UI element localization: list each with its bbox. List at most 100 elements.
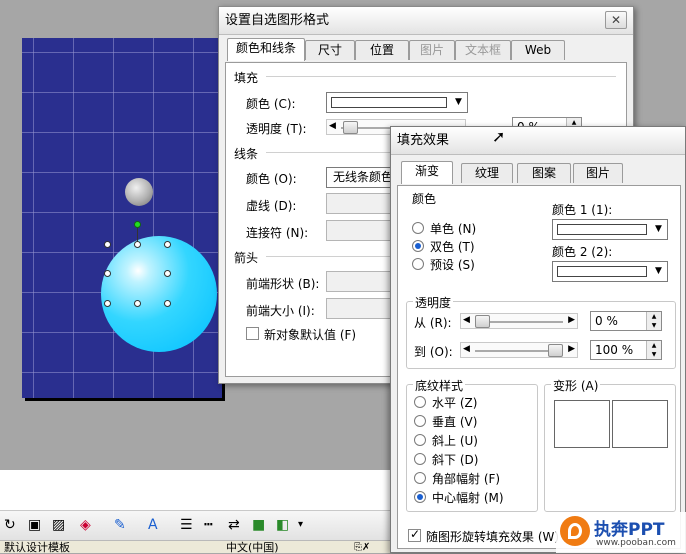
color2-label: 颜色 2 (2): xyxy=(552,245,613,259)
color2-dropdown[interactable]: ▼ xyxy=(552,261,668,282)
watermark-logo-icon xyxy=(560,516,590,546)
line-color-label: 颜色 (O): xyxy=(246,172,297,186)
tab-fill-picture[interactable]: 图片 xyxy=(573,163,623,183)
rotation-handle[interactable] xyxy=(134,221,141,228)
picture-icon[interactable]: ▨ xyxy=(52,517,65,533)
chevron-down-icon: ▼ xyxy=(455,97,462,107)
line-color-value: 无线条颜色 xyxy=(333,170,394,184)
resize-handle-top-right[interactable] xyxy=(164,241,171,248)
radio-diagonal-down[interactable] xyxy=(414,453,426,465)
from-transparency-spin[interactable]: 0 % ▲ ▼ xyxy=(590,311,662,331)
to-transparency-spin[interactable]: 100 % ▲ ▼ xyxy=(590,340,662,360)
resize-handle-right[interactable] xyxy=(164,270,171,277)
fill-color-icon[interactable]: ◈ xyxy=(80,517,91,533)
variant-preview-1[interactable] xyxy=(554,400,610,448)
color1-label: 颜色 1 (1): xyxy=(552,203,613,217)
dash-style-icon[interactable]: ┅ xyxy=(204,517,212,533)
fill-color-dropdown[interactable]: ▼ xyxy=(326,92,468,113)
radio-preset[interactable] xyxy=(412,258,424,270)
resize-handle-bottom-right[interactable] xyxy=(164,300,171,307)
fill-effects-dialog: 填充效果 渐变 纹理 图案 图片 颜色 单色 (N) 双色 (T) 预设 (S)… xyxy=(390,126,686,553)
fill-effects-tabs: 渐变 纹理 图案 图片 xyxy=(401,161,681,185)
line-color-icon[interactable]: ✎ xyxy=(114,517,126,533)
vertical-label[interactable]: 垂直 (V) xyxy=(432,413,477,430)
radio-two-colors[interactable] xyxy=(412,240,424,252)
slide-canvas[interactable] xyxy=(22,38,222,398)
connector-label: 连接符 (N): xyxy=(246,226,309,240)
chevron-down-icon: ▼ xyxy=(655,266,662,276)
begin-style-label: 前端形状 (B): xyxy=(246,277,320,291)
variants-title: 变形 (A) xyxy=(551,377,601,394)
tab-colors-lines[interactable]: 颜色和线条 xyxy=(227,38,305,61)
rotate-icon[interactable]: ↻ xyxy=(4,517,16,533)
tab-web[interactable]: Web xyxy=(511,40,565,60)
clipart-icon[interactable]: ▣ xyxy=(28,517,41,533)
tab-textbox: 文本框 xyxy=(455,40,511,60)
shading-styles-title: 底纹样式 xyxy=(413,377,466,394)
from-corner-label[interactable]: 角部幅射 (F) xyxy=(432,470,500,487)
default-for-new-objects-checkbox[interactable] xyxy=(246,327,259,340)
rotation-handle-stem xyxy=(137,226,138,242)
shadow-icon[interactable]: ■ xyxy=(252,517,265,533)
format-shape-dialog-title[interactable]: 设置自选图形格式 xyxy=(219,7,633,35)
small-sphere-shape[interactable] xyxy=(125,178,153,206)
font-color-icon[interactable]: A xyxy=(148,517,158,533)
close-button[interactable]: ✕ xyxy=(605,11,627,29)
spellcheck-icon[interactable]: ⎘✗ xyxy=(354,541,370,554)
radio-vertical[interactable] xyxy=(414,415,426,427)
mouse-cursor-icon: ➚ xyxy=(492,127,506,146)
radio-from-corner[interactable] xyxy=(414,472,426,484)
chevron-left-icon: ◀ xyxy=(463,344,470,354)
tab-texture[interactable]: 纹理 xyxy=(461,163,513,183)
from-transparency-value: 0 % xyxy=(595,314,618,328)
resize-handle-left[interactable] xyxy=(104,270,111,277)
rotate-with-shape-label[interactable]: 随图形旋转填充效果 (W) xyxy=(426,528,559,545)
variant-preview-2[interactable] xyxy=(612,400,668,448)
color1-swatch xyxy=(557,224,647,235)
3d-style-icon[interactable]: ◧ xyxy=(276,517,289,533)
diagonal-up-label[interactable]: 斜上 (U) xyxy=(432,432,478,449)
preset-label[interactable]: 预设 (S) xyxy=(430,256,475,273)
horizontal-label[interactable]: 水平 (Z) xyxy=(432,394,477,411)
status-bar: 默认设计模板 中文(中国) ⎘✗ xyxy=(0,540,390,554)
radio-diagonal-up[interactable] xyxy=(414,434,426,446)
rotate-with-shape-checkbox[interactable] xyxy=(408,527,421,542)
default-for-new-objects-label[interactable]: 新对象默认值 (F) xyxy=(264,326,356,343)
resize-handle-bottom-left[interactable] xyxy=(104,300,111,307)
arrow-style-icon[interactable]: ⇄ xyxy=(228,517,240,533)
tab-position[interactable]: 位置 xyxy=(355,40,409,60)
slider-thumb[interactable] xyxy=(548,344,563,357)
chevron-left-icon: ◀ xyxy=(463,315,470,325)
to-transparency-value: 100 % xyxy=(595,343,634,357)
radio-horizontal[interactable] xyxy=(414,396,426,408)
tab-picture: 图片 xyxy=(409,40,455,60)
two-colors-label[interactable]: 双色 (T) xyxy=(430,238,475,255)
diagonal-down-label[interactable]: 斜下 (D) xyxy=(432,451,478,468)
from-transparency-slider[interactable]: ◀ ▶ xyxy=(460,313,578,329)
watermark-url: www.pooban.com xyxy=(596,538,676,548)
resize-handle-top-left[interactable] xyxy=(104,241,111,248)
slider-thumb[interactable] xyxy=(343,121,358,134)
tab-pattern[interactable]: 图案 xyxy=(517,163,571,183)
chevron-down-icon: ▼ xyxy=(655,224,662,234)
one-color-label[interactable]: 单色 (N) xyxy=(430,220,476,237)
tab-size[interactable]: 尺寸 xyxy=(305,40,355,60)
spin-buttons[interactable]: ▲▼ xyxy=(646,312,661,330)
radio-from-center[interactable] xyxy=(414,491,426,503)
to-transparency-slider[interactable]: ◀ ▶ xyxy=(460,342,578,358)
line-style-icon[interactable]: ☰ xyxy=(180,517,193,533)
selected-sphere-shape[interactable] xyxy=(101,236,217,352)
slider-thumb[interactable] xyxy=(475,315,490,328)
from-label: 从 (R): xyxy=(414,316,452,330)
resize-handle-bottom[interactable] xyxy=(134,300,141,307)
resize-handle-top[interactable] xyxy=(134,241,141,248)
tab-gradient[interactable]: 渐变 xyxy=(401,161,453,184)
spin-buttons[interactable]: ▲▼ xyxy=(646,341,661,359)
toolbar-overflow-icon[interactable]: ▾ xyxy=(298,517,303,533)
radio-one-color[interactable] xyxy=(412,222,424,234)
to-label: 到 (O): xyxy=(414,345,453,359)
color1-dropdown[interactable]: ▼ xyxy=(552,219,668,240)
fill-effects-dialog-title[interactable]: 填充效果 xyxy=(391,127,685,155)
from-center-label[interactable]: 中心幅射 (M) xyxy=(432,489,504,506)
drawing-toolbar: ↻ ▣ ▨ ◈ ✎ A ☰ ┅ ⇄ ■ ◧ ▾ xyxy=(0,510,390,540)
